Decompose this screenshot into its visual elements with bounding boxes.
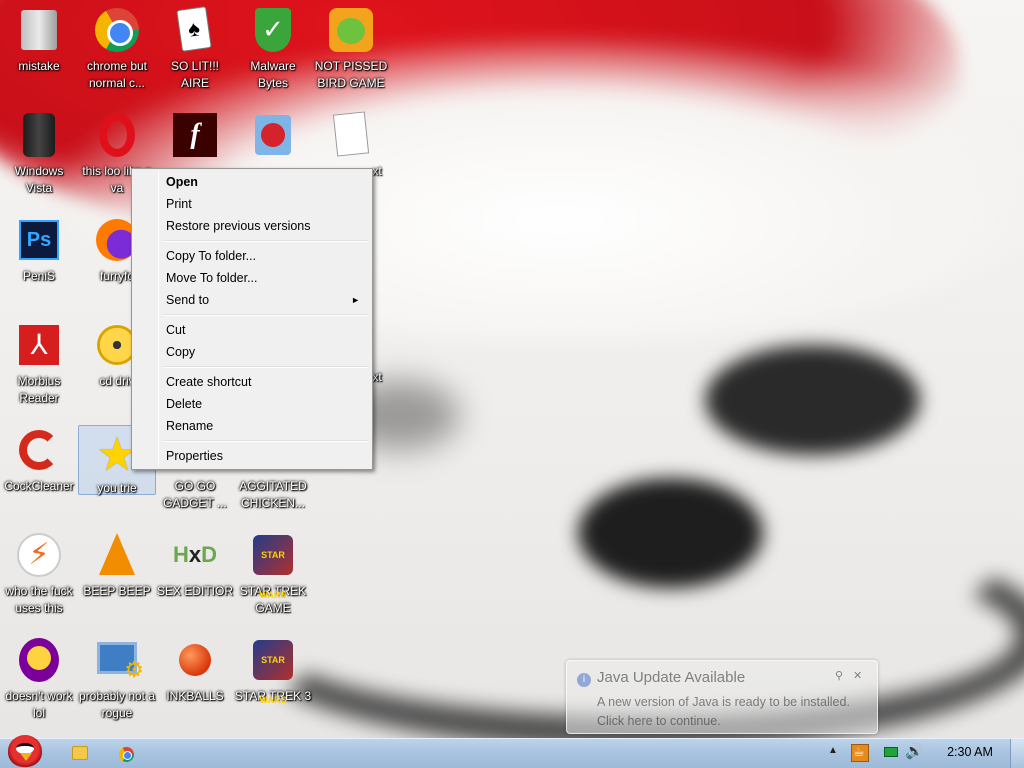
desktop-icon-windows-vista[interactable]: Windows Vista: [0, 107, 78, 207]
options-icon[interactable]: ⚲: [835, 669, 843, 682]
context-menu: Open Print Restore previous versions Cop…: [131, 168, 373, 470]
desktop-icon-acrobat-reader[interactable]: Morbius Reader: [0, 317, 78, 417]
notification-title: Java Update Available: [597, 669, 746, 686]
menu-item-send-to[interactable]: Send to ►: [134, 289, 370, 311]
close-icon[interactable]: ✕: [853, 669, 862, 682]
desktop-icon-star-trek-3[interactable]: STAR WARS STAR TREK 3: [234, 632, 312, 732]
menu-item-cut[interactable]: Cut: [134, 319, 370, 341]
photoshop-icon: Ps: [15, 216, 63, 264]
vlc-cone-icon: [93, 531, 141, 579]
desktop-icon-label: doesn't work lol: [5, 689, 73, 720]
desktop-icon-label: Malware Bytes: [250, 59, 296, 90]
document-icon: [327, 111, 375, 159]
desktop-icon-photoshop[interactable]: Ps PeniS: [0, 212, 78, 312]
chrome-icon: [119, 747, 134, 762]
desktop-icon-inkballs[interactable]: INKBALLS: [156, 632, 234, 732]
menu-item-move-to-folder[interactable]: Move To folder...: [134, 267, 370, 289]
hxd-icon: HxD: [172, 542, 218, 567]
menu-item-delete[interactable]: Delete: [134, 393, 370, 415]
desktop-icon-lightning[interactable]: ⚡ who the fuck uses this: [0, 527, 78, 627]
desktop-icon-label: PeniS: [22, 269, 56, 283]
desktop-icon-label: Windows Vista: [14, 164, 64, 195]
star-trek-icon: STAR WARS: [249, 531, 297, 600]
desktop-icon-label: AGGITATED CHICKEN...: [239, 479, 307, 510]
yahoo-messenger-icon: [15, 636, 63, 684]
menu-item-copy[interactable]: Copy: [134, 341, 370, 363]
menu-item-rename[interactable]: Rename: [134, 415, 370, 437]
menu-item-print[interactable]: Print: [134, 193, 370, 215]
install-icon: [15, 6, 63, 54]
menu-separator: [134, 363, 370, 371]
desktop-icon-label: INKBALLS: [166, 689, 224, 703]
taskbar: ▲ 🔊 2:30 AM: [0, 735, 1024, 768]
desktop-icon-mistake[interactable]: mistake: [0, 2, 78, 102]
info-icon: i: [577, 673, 591, 687]
monitor-gear-icon: [93, 636, 144, 684]
trash-bin-icon: [15, 111, 63, 159]
taskbar-chrome-button[interactable]: [110, 742, 142, 766]
desktop-icon-label: CockCleaner: [4, 479, 74, 493]
desktop-icon-label: SO LIT!!! AIRE: [170, 59, 219, 90]
taskbar-clock[interactable]: 2:30 AM: [930, 745, 1010, 759]
desktop-icon-rogue[interactable]: probably not a rogue: [78, 632, 156, 732]
menu-item-create-shortcut[interactable]: Create shortcut: [134, 371, 370, 393]
desktop-icon-label: probably not a rogue: [78, 689, 156, 720]
show-hidden-icons-arrow-icon[interactable]: ▲: [828, 745, 838, 756]
wallpaper-eye-right: [705, 345, 920, 455]
notification-line-1: A new version of Java is ready to be ins…: [597, 695, 850, 709]
desktop-icon-star-trek-game[interactable]: STAR WARS STAR TREK GAME: [234, 527, 312, 627]
flash-icon: f: [171, 111, 219, 159]
angry-bird-start-icon: [8, 735, 42, 767]
lightning-icon: ⚡: [15, 531, 63, 579]
submenu-arrow-icon: ►: [351, 295, 360, 305]
java-tray-icon[interactable]: [851, 744, 869, 762]
java-update-notification[interactable]: i Java Update Available ⚲ ✕ A new versio…: [566, 660, 878, 734]
desktop-icon-bad-piggies[interactable]: NOT PISSED BIRD GAME: [312, 2, 390, 102]
menu-item-copy-to-folder[interactable]: Copy To folder...: [134, 245, 370, 267]
desktop-icon-label: BEEP BEEP: [83, 584, 151, 598]
star-trek-icon: STAR WARS: [249, 636, 297, 705]
menu-item-restore-previous-versions[interactable]: Restore previous versions: [134, 215, 370, 237]
desktop-icon-hxd[interactable]: HxD SEX EDITIOR: [156, 527, 234, 627]
desktop-icon-yahoo-messenger[interactable]: doesn't work lol: [0, 632, 78, 732]
green-pig-icon: [327, 6, 375, 54]
menu-item-open[interactable]: Open: [134, 171, 370, 193]
desktop-icon-label: chrome but normal c...: [86, 59, 148, 90]
notification-line-2[interactable]: Click here to continue.: [597, 712, 850, 731]
angry-bird-icon: [249, 111, 297, 159]
shield-check-icon: ✓: [249, 6, 297, 54]
menu-item-send-to-label: Send to: [166, 293, 210, 307]
menu-item-properties[interactable]: Properties: [134, 445, 370, 467]
desktop-icon-label: Morbius Reader: [17, 374, 61, 405]
taskbar-explorer-button[interactable]: [64, 742, 96, 766]
show-desktop-button[interactable]: [1010, 739, 1024, 768]
inkball-icon: [171, 636, 219, 684]
menu-separator: [134, 311, 370, 319]
menu-separator: [134, 437, 370, 445]
notification-body: A new version of Java is ready to be ins…: [597, 693, 850, 731]
opera-icon: [93, 111, 141, 159]
desktop-icon-label: GO GO GADGET ...: [163, 479, 227, 510]
desktop-icon-label: NOT PISSED BIRD GAME: [314, 59, 388, 90]
desktop-icon-ccleaner[interactable]: CockCleaner: [0, 422, 78, 522]
menu-separator: [134, 237, 370, 245]
chrome-icon: [93, 6, 141, 54]
acrobat-icon: [15, 321, 63, 369]
start-button[interactable]: [2, 733, 48, 768]
desktop-icon-label: who the fuck uses this: [5, 584, 73, 615]
volume-icon[interactable]: 🔊: [905, 742, 924, 760]
desktop-icon-label: mistake: [18, 59, 60, 73]
desktop-icon-label: SEX EDITIOR: [156, 584, 233, 598]
playing-card-icon: ♠: [171, 6, 219, 54]
desktop-icon-label: you trie: [97, 481, 137, 495]
desktop-icon-solitaire[interactable]: ♠ SO LIT!!! AIRE: [156, 2, 234, 102]
desktop-icon-chrome[interactable]: chrome but normal c...: [78, 2, 156, 102]
desktop-icon-vlc[interactable]: BEEP BEEP: [78, 527, 156, 627]
network-icon[interactable]: [884, 747, 898, 757]
desktop-icon-malwarebytes[interactable]: ✓ Malware Bytes: [234, 2, 312, 102]
ccleaner-icon: [15, 426, 63, 474]
folder-icon: [72, 746, 88, 760]
